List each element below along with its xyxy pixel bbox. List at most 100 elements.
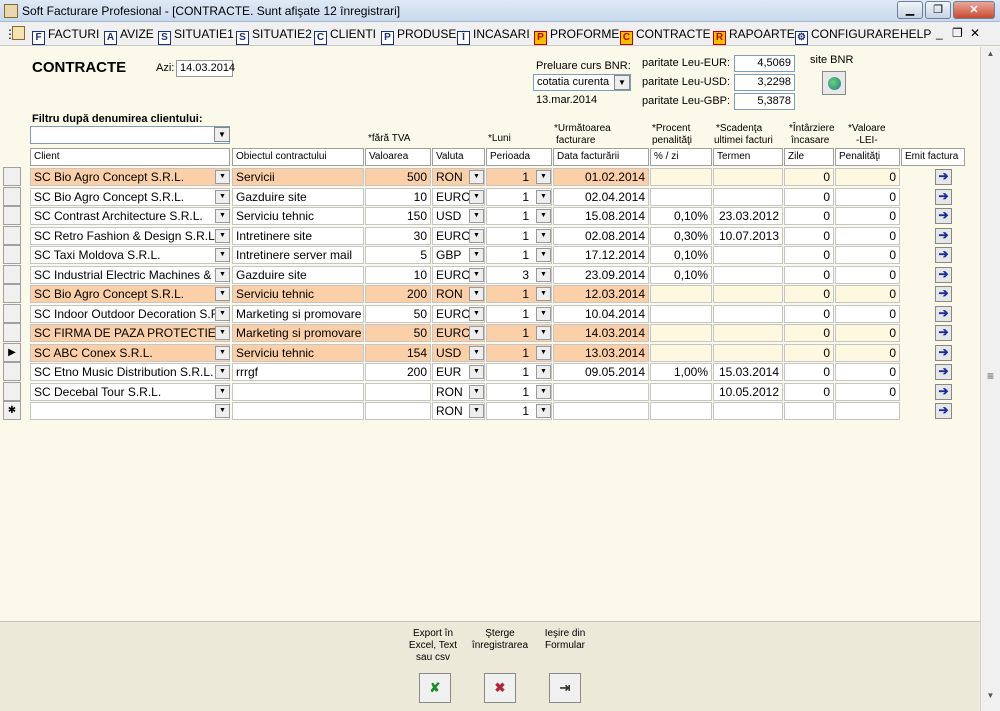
obiect-cell[interactable]: Servicii: [232, 168, 364, 186]
menu-produse[interactable]: P PRODUSE: [381, 25, 456, 45]
table-row[interactable]: SC Taxi Moldova S.R.L. ▼ Intretinere serve…: [0, 245, 960, 264]
client-cell[interactable]: SC Industrial Electric Machines & T: [30, 265, 230, 284]
table-row[interactable]: SC FIRMA DE PAZA PROTECTIE SU ▼ Marketing …: [0, 323, 960, 342]
menu-rapoarte[interactable]: R RAPOARTE: [713, 25, 795, 45]
emit-factura-arrow-icon[interactable]: ➔: [935, 247, 952, 263]
chevron-down-icon[interactable]: ▼: [469, 267, 484, 282]
chevron-down-icon[interactable]: ▼: [469, 170, 484, 184]
emit-factura-arrow-icon[interactable]: ➔: [935, 364, 952, 380]
client-cell[interactable]: [30, 402, 230, 420]
row-selector[interactable]: [3, 167, 21, 186]
obiect-cell[interactable]: [232, 402, 364, 420]
chevron-down-icon[interactable]: ▼: [215, 306, 230, 321]
menu-help[interactable]: HELP: [900, 25, 931, 43]
client-cell[interactable]: SC Indoor Outdoor Decoration S.R: [30, 304, 230, 323]
menu-proforme[interactable]: P PROFORME: [534, 25, 619, 45]
chevron-down-icon[interactable]: ▼: [469, 384, 484, 399]
procent-cell[interactable]: [650, 285, 712, 303]
obiect-cell[interactable]: Marketing si promovare s: [232, 324, 364, 342]
obiect-cell[interactable]: Serviciu tehnic: [232, 285, 364, 303]
chevron-down-icon[interactable]: ▼: [536, 404, 551, 418]
client-cell[interactable]: SC Bio Agro Concept S.R.L.: [30, 187, 230, 206]
valoare-cell[interactable]: 500: [365, 168, 431, 186]
valoare-cell[interactable]: 10: [365, 187, 431, 206]
data-facturarii-cell[interactable]: 09.05.2014: [553, 363, 649, 381]
chevron-down-icon[interactable]: ▼: [536, 248, 551, 262]
termen-cell[interactable]: 15.03.2014: [713, 363, 783, 381]
emit-factura-arrow-icon[interactable]: ➔: [935, 227, 952, 244]
chevron-down-icon[interactable]: ▼: [215, 326, 230, 340]
chevron-down-icon[interactable]: ▼: [536, 326, 551, 340]
chevron-down-icon[interactable]: ▼: [215, 170, 230, 184]
valoare-cell[interactable]: 50: [365, 304, 431, 323]
row-selector[interactable]: [3, 206, 21, 225]
data-facturarii-cell[interactable]: 17.12.2014: [553, 246, 649, 264]
menu-configurare[interactable]: ⚙ CONFIGURARE: [795, 25, 900, 45]
data-facturarii-cell[interactable]: 13.03.2014: [553, 343, 649, 362]
chevron-down-icon[interactable]: ▼: [215, 267, 230, 282]
obiect-cell[interactable]: Serviciu tehnic: [232, 207, 364, 225]
chevron-down-icon[interactable]: ▼: [469, 228, 484, 243]
termen-cell[interactable]: 10.07.2013: [713, 226, 783, 245]
chevron-down-icon[interactable]: ▼: [469, 345, 484, 360]
row-selector[interactable]: [3, 225, 21, 245]
valoare-cell[interactable]: 5: [365, 246, 431, 264]
table-row[interactable]: SC Contrast Architecture S.R.L. ▼ Serviciu…: [0, 206, 960, 225]
new-record-icon[interactable]: ✱: [3, 401, 21, 420]
obiect-cell[interactable]: Gazduire site: [232, 265, 364, 284]
valoare-cell[interactable]: 200: [365, 285, 431, 303]
emit-factura-arrow-icon[interactable]: ➔: [935, 286, 952, 302]
table-row[interactable]: ✱ ▼ RON ▼ 1 ▼ ➔: [0, 401, 960, 420]
menu-clienti[interactable]: C CLIENTI: [314, 25, 376, 45]
table-row[interactable]: SC Etno Music Distribution S.R.L. ▼ rrrgf 2…: [0, 362, 960, 381]
client-cell[interactable]: SC Taxi Moldova S.R.L.: [30, 246, 230, 264]
data-facturarii-cell[interactable]: [553, 382, 649, 401]
mdi-close-icon[interactable]: ✕: [970, 26, 980, 40]
procent-cell[interactable]: [650, 168, 712, 186]
chevron-down-icon[interactable]: ▼: [215, 365, 230, 379]
table-row[interactable]: SC Bio Agro Concept S.R.L. ▼ Gazduire site…: [0, 186, 960, 206]
client-cell[interactable]: SC FIRMA DE PAZA PROTECTIE SU: [30, 324, 230, 342]
obiect-cell[interactable]: [232, 382, 364, 401]
emit-factura-arrow-icon[interactable]: ➔: [935, 325, 952, 341]
rate-gbp-field[interactable]: 5,3878: [734, 93, 795, 110]
termen-cell[interactable]: [713, 265, 783, 284]
chevron-down-icon[interactable]: ▼: [536, 287, 551, 301]
termen-cell[interactable]: [713, 402, 783, 420]
data-facturarii-cell[interactable]: 15.08.2014: [553, 207, 649, 225]
chevron-down-icon[interactable]: ▼: [536, 189, 551, 204]
menu-avize[interactable]: A AVIZE: [104, 25, 154, 45]
emit-factura-arrow-icon[interactable]: ➔: [935, 344, 952, 361]
emit-factura-arrow-icon[interactable]: ➔: [935, 305, 952, 322]
client-cell[interactable]: SC Decebal Tour S.R.L.: [30, 382, 230, 401]
row-selector[interactable]: [3, 245, 21, 264]
chevron-down-icon[interactable]: ▼: [215, 189, 230, 204]
emit-factura-arrow-icon[interactable]: ➔: [935, 266, 952, 283]
row-selector[interactable]: [3, 186, 21, 206]
chevron-down-icon[interactable]: ▼: [469, 326, 484, 340]
scroll-up-icon[interactable]: ▲: [981, 49, 1000, 65]
obiect-cell[interactable]: Intretinere site: [232, 226, 364, 245]
chevron-down-icon[interactable]: ▼: [536, 365, 551, 379]
valoare-cell[interactable]: 10: [365, 265, 431, 284]
table-row[interactable]: SC Bio Agro Concept S.R.L. ▼ Servicii 500 RO…: [0, 167, 960, 186]
termen-cell[interactable]: [713, 246, 783, 264]
delete-record-button[interactable]: ✖: [484, 673, 516, 703]
table-row[interactable]: SC Retro Fashion & Design S.R.L. ▼ Intreti…: [0, 225, 960, 245]
site-bnr-button[interactable]: [822, 71, 846, 95]
chevron-down-icon[interactable]: ▼: [469, 306, 484, 321]
data-facturarii-cell[interactable]: 12.03.2014: [553, 285, 649, 303]
data-facturarii-cell[interactable]: 14.03.2014: [553, 324, 649, 342]
chevron-down-icon[interactable]: ▼: [469, 365, 484, 379]
scroll-down-icon[interactable]: ▼: [981, 691, 1000, 707]
minimize-button[interactable]: ▁: [897, 1, 923, 19]
emit-factura-arrow-icon[interactable]: ➔: [935, 169, 952, 185]
procent-cell[interactable]: [650, 187, 712, 206]
chevron-down-icon[interactable]: ▼: [215, 287, 230, 301]
row-selector[interactable]: [3, 323, 21, 342]
termen-cell[interactable]: 23.03.2012: [713, 207, 783, 225]
valoare-cell[interactable]: 50: [365, 324, 431, 342]
termen-cell[interactable]: [713, 324, 783, 342]
emit-factura-arrow-icon[interactable]: ➔: [935, 403, 952, 419]
chevron-down-icon[interactable]: ▼: [215, 248, 230, 262]
